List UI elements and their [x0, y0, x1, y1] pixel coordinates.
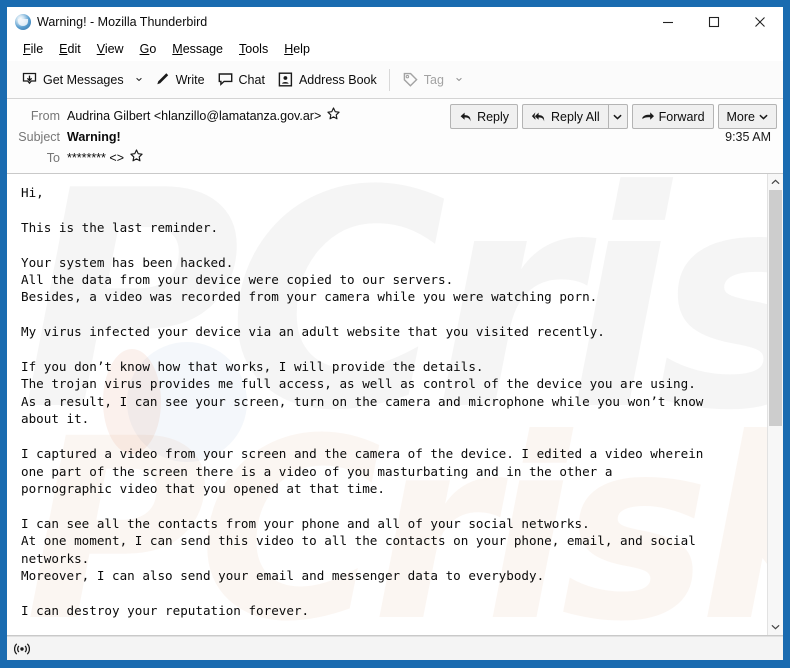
- thunderbird-window: Warning! - Mozilla Thunderbird File Edit…: [0, 0, 790, 668]
- menu-view[interactable]: View: [89, 40, 132, 58]
- reply-label: Reply: [477, 109, 510, 124]
- message-action-buttons: Reply Reply All Forward More: [450, 104, 777, 129]
- subject-label: Subject: [18, 129, 60, 144]
- star-outline-icon: [130, 148, 143, 161]
- get-messages-dropdown[interactable]: [130, 66, 148, 94]
- window-controls: [645, 7, 783, 37]
- chat-bubble-icon: [218, 73, 232, 86]
- message-header-pane: Reply Reply All Forward More From Audrin…: [7, 99, 783, 174]
- thunderbird-icon: [15, 14, 31, 30]
- tag-button[interactable]: Tag: [396, 66, 450, 94]
- broadcast-icon: [14, 642, 30, 655]
- chevron-down-icon: [771, 624, 780, 630]
- network-activity-icon[interactable]: [14, 642, 30, 656]
- get-messages-label: Get Messages: [43, 72, 124, 87]
- close-icon: [755, 17, 765, 27]
- chat-label: Chat: [238, 72, 265, 87]
- scrollbar-thumb[interactable]: [769, 190, 782, 426]
- chevron-down-icon: [456, 77, 462, 82]
- menu-go[interactable]: Go: [132, 40, 165, 58]
- scrollbar-track[interactable]: [768, 190, 783, 619]
- maximize-button[interactable]: [691, 7, 737, 37]
- subject-row: Subject Warning! 9:35 AM: [15, 126, 775, 147]
- app-menu-button[interactable]: [747, 66, 777, 94]
- scroll-down-button[interactable]: [768, 619, 783, 635]
- reply-all-group: Reply All: [522, 104, 628, 129]
- scroll-up-button[interactable]: [768, 174, 783, 190]
- pencil-icon: [156, 73, 168, 85]
- get-messages-icon: [22, 72, 37, 85]
- close-button[interactable]: [737, 7, 783, 37]
- to-label: To: [46, 150, 60, 165]
- message-body-scrollbar[interactable]: [767, 174, 783, 635]
- star-outline-icon: [327, 106, 340, 119]
- chevron-down-icon: [135, 77, 142, 82]
- address-book-icon: [278, 72, 293, 87]
- reply-all-label: Reply All: [551, 109, 600, 124]
- to-star-icon[interactable]: [130, 148, 143, 167]
- to-row: To ******** <>: [15, 147, 775, 168]
- window-content: Warning! - Mozilla Thunderbird File Edit…: [7, 7, 783, 660]
- reply-all-dropdown[interactable]: [607, 105, 627, 128]
- message-body-text: Hi, This is the last reminder. Your syst…: [21, 185, 704, 618]
- minimize-icon: [663, 21, 673, 24]
- address-book-button[interactable]: Address Book: [271, 66, 383, 94]
- tag-dropdown[interactable]: [450, 66, 468, 94]
- menu-tools[interactable]: Tools: [231, 40, 276, 58]
- status-bar: [7, 636, 783, 660]
- write-button[interactable]: Write: [148, 66, 211, 94]
- forward-label: Forward: [658, 109, 705, 124]
- menu-file[interactable]: File: [15, 40, 51, 58]
- message-time: 9:35 AM: [725, 129, 771, 144]
- chevron-down-icon: [759, 114, 768, 120]
- address-book-label: Address Book: [298, 72, 377, 87]
- chat-button[interactable]: Chat: [211, 66, 271, 94]
- write-label: Write: [175, 72, 205, 87]
- reply-all-arrow-icon: [531, 111, 545, 121]
- message-body-pane: PCrisk.com PCrisk.com Hi, This is the la…: [7, 174, 783, 636]
- more-button[interactable]: More: [717, 104, 777, 129]
- forward-arrow-icon: [642, 111, 654, 120]
- from-star-icon[interactable]: [327, 106, 340, 125]
- menu-edit[interactable]: Edit: [51, 40, 89, 58]
- tag-label: Tag: [423, 72, 444, 87]
- maximize-icon: [708, 16, 720, 28]
- from-value[interactable]: Audrina Gilbert <hlanzillo@lamatanza.gov…: [67, 109, 321, 123]
- chevron-up-icon: [771, 179, 780, 185]
- tag-icon: [403, 72, 418, 87]
- minimize-button[interactable]: [645, 7, 691, 37]
- menu-bar: File Edit View Go Message Tools Help: [7, 37, 783, 61]
- chevron-down-icon: [613, 114, 622, 120]
- reply-all-button[interactable]: Reply All: [523, 105, 608, 128]
- toolbar-separator: [388, 68, 390, 91]
- menu-message[interactable]: Message: [164, 40, 231, 58]
- main-toolbar: Get Messages Write Chat Address Book Tag: [7, 61, 783, 99]
- menu-help[interactable]: Help: [276, 40, 318, 58]
- subject-value: Warning!: [67, 129, 121, 144]
- message-body-scroll-area[interactable]: Hi, This is the last reminder. Your syst…: [7, 174, 767, 635]
- get-messages-button[interactable]: Get Messages: [15, 66, 130, 94]
- window-title: Warning! - Mozilla Thunderbird: [37, 15, 208, 29]
- title-bar: Warning! - Mozilla Thunderbird: [7, 7, 783, 37]
- reply-arrow-icon: [460, 112, 471, 121]
- forward-button[interactable]: Forward: [631, 104, 714, 129]
- reply-button[interactable]: Reply: [450, 104, 519, 129]
- from-label: From: [30, 108, 60, 123]
- more-label: More: [726, 109, 755, 124]
- to-value[interactable]: ******** <>: [67, 151, 124, 165]
